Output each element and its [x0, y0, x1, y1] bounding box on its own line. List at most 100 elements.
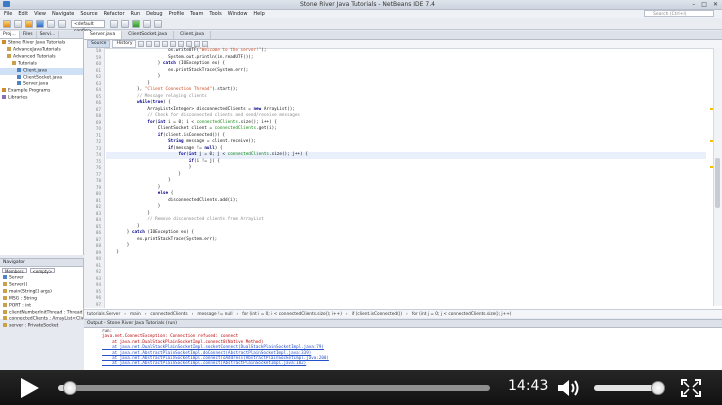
redo-icon[interactable] [58, 19, 66, 28]
tab-files[interactable]: Files [20, 31, 37, 38]
menu-profile[interactable]: Profile [169, 10, 185, 18]
seek-bar[interactable] [58, 381, 490, 395]
volume-button[interactable] [556, 377, 582, 399]
scroll-thumb[interactable] [715, 158, 720, 208]
shift-right-icon[interactable] [178, 41, 185, 47]
run-icon[interactable] [132, 19, 140, 28]
menu-source[interactable]: Source [80, 10, 97, 18]
menu-tools[interactable]: Tools [209, 10, 221, 18]
undo-icon[interactable] [47, 19, 55, 28]
java-icon [17, 67, 21, 72]
profile-icon[interactable] [154, 19, 162, 28]
tree-item[interactable]: Advanced Tutorials [0, 53, 83, 61]
tree-item-label: Server.java [23, 81, 49, 87]
navigator-item[interactable]: Server [0, 275, 83, 282]
menu-view[interactable]: View [34, 10, 46, 18]
tree-item[interactable]: Tutorials [0, 60, 83, 68]
line-number-gutter: 58 59 60 61 62 63 64 65 66 67 68 69 70 71 72 73 74 75 76 77… [84, 48, 105, 308]
breadcrumb-item[interactable]: for (int i = 0; i < connectedClients.siz… [242, 312, 342, 317]
tab-projects[interactable]: Proj... [0, 31, 20, 38]
code-line: } [106, 249, 119, 255]
code-area[interactable]: os.writeUTF("Welcome to the server!"); S… [106, 48, 706, 308]
tree-item[interactable]: AdvanceJavaTutorials [0, 46, 83, 54]
history-button[interactable]: History [112, 40, 137, 48]
config-select[interactable]: <default config> [71, 19, 105, 34]
build-icon[interactable] [110, 19, 118, 28]
editor-scrollbar[interactable] [713, 48, 722, 306]
breadcrumb-item[interactable]: connectedClients [150, 312, 187, 317]
shift-left-icon[interactable] [170, 41, 177, 47]
navigator-item-label: Server() [9, 282, 28, 288]
tree-item[interactable]: Client.java [0, 67, 83, 75]
navigator-item[interactable]: MSG : String [0, 295, 83, 303]
menu-window[interactable]: Window [228, 10, 248, 18]
play-icon [21, 378, 39, 398]
breadcrumb-item[interactable]: if (client.isConnected()) [352, 312, 403, 317]
menu-help[interactable]: Help [253, 10, 264, 18]
breadcrumb-item[interactable]: main [130, 312, 141, 317]
menu-navigate[interactable]: Navigate [52, 10, 74, 18]
tree-item[interactable]: Stone River Java Tutorials [0, 40, 83, 47]
breadcrumb-item[interactable]: tutorials.Server [87, 312, 120, 317]
java-icon [17, 81, 21, 86]
new-project-icon[interactable] [3, 19, 11, 28]
save-all-icon[interactable] [36, 19, 44, 28]
fullscreen-button[interactable] [680, 378, 702, 398]
members-select[interactable]: Members [2, 268, 27, 274]
menu-run[interactable]: Run [131, 10, 141, 18]
play-button[interactable] [14, 376, 42, 400]
navigator-item[interactable]: Server() [0, 281, 83, 289]
maximize-button[interactable]: □ [701, 1, 707, 8]
tree-item[interactable]: Server.java [0, 81, 83, 88]
find-icon[interactable] [154, 41, 161, 47]
debug-icon[interactable] [143, 19, 151, 28]
filter-select[interactable]: <empty> [29, 268, 56, 274]
new-file-icon[interactable] [14, 19, 22, 28]
member-icon [3, 316, 7, 321]
volume-slider[interactable] [594, 381, 666, 395]
tree-item-label: Advanced Tutorials [13, 54, 56, 60]
navigator-item[interactable]: connectedClients : ArrayList<ClientSocke… [0, 316, 83, 323]
start-macro-icon[interactable] [186, 41, 193, 47]
source-button[interactable]: Source [87, 40, 111, 48]
member-icon [3, 309, 7, 314]
breadcrumb-item[interactable]: message != null [197, 312, 232, 317]
menu-file[interactable]: File [4, 10, 12, 18]
tree-item[interactable]: Example Programs [0, 88, 83, 95]
navigator-item[interactable]: clientNumberInitThread : Thread [0, 309, 83, 317]
tree-item[interactable]: ClientSocket.java [0, 74, 83, 82]
menu-bar: File Edit View Navigate Source Refactor … [0, 10, 722, 18]
uncomment-icon[interactable] [202, 41, 209, 47]
toggle-bookmark-icon[interactable] [162, 41, 169, 47]
clean-build-icon[interactable] [121, 19, 129, 28]
menu-team[interactable]: Team [190, 10, 203, 18]
menu-refactor[interactable]: Refactor [104, 10, 125, 18]
tab-services[interactable]: Servi... [37, 31, 60, 38]
project-icon [2, 88, 6, 93]
open-project-icon[interactable] [25, 19, 33, 28]
member-icon [3, 288, 7, 293]
tab-server-java[interactable]: Server.java [84, 31, 123, 39]
output-line[interactable]: at java.net.AbstractPlainSocketImpl.conn… [84, 360, 722, 365]
tree-item[interactable]: Libraries [0, 95, 83, 102]
window-controls: – □ ✕ [692, 1, 718, 8]
navigator-item[interactable]: PORT : int [0, 302, 83, 310]
menu-debug[interactable]: Debug [146, 10, 162, 18]
tree-item-label: ClientSocket.java [23, 75, 62, 81]
seek-handle[interactable] [62, 381, 77, 395]
comment-icon[interactable] [194, 41, 201, 47]
navigator-item[interactable]: server : PrivateSocket [0, 323, 83, 330]
forward-icon[interactable] [146, 41, 153, 47]
menu-edit[interactable]: Edit [18, 10, 28, 18]
member-icon [3, 302, 7, 307]
close-button[interactable]: ✕ [713, 1, 718, 8]
member-icon [3, 281, 7, 286]
breadcrumb-item[interactable]: for (int j = 0; j < connectedClients.siz… [412, 312, 512, 317]
search-input[interactable]: Search (Ctrl+I) [644, 10, 714, 17]
navigator-item[interactable]: main(String[] args) [0, 288, 83, 296]
tab-clientsocket-java[interactable]: ClientSocket.java [122, 31, 175, 39]
minimize-button[interactable]: – [692, 1, 695, 8]
class-icon [3, 275, 7, 279]
tab-client-java[interactable]: Client.java [174, 31, 212, 39]
back-icon[interactable] [138, 41, 145, 47]
